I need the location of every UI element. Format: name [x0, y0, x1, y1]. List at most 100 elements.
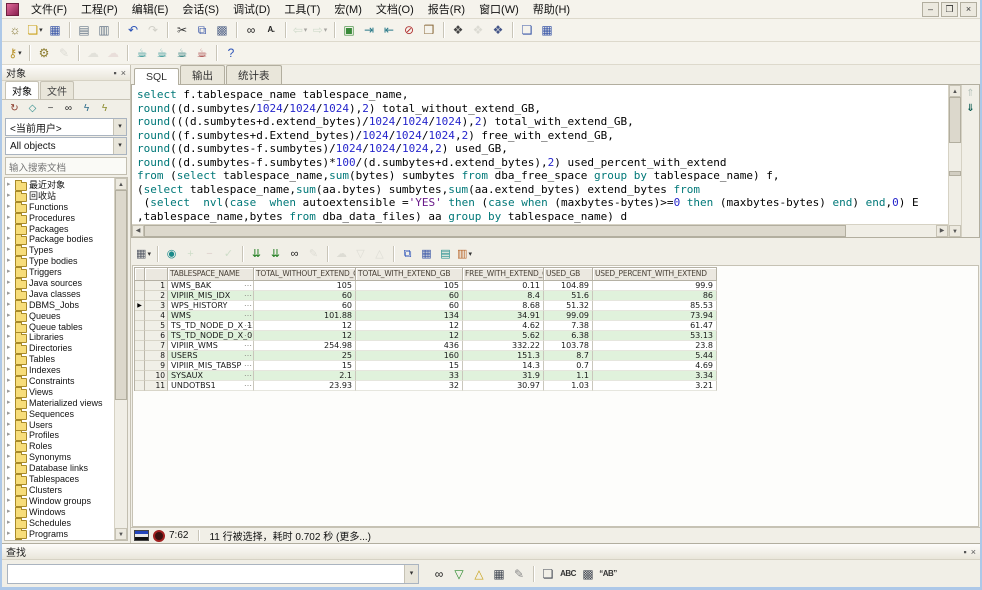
- value-cell[interactable]: 104.89: [544, 281, 593, 291]
- value-cell[interactable]: 5.44: [593, 351, 717, 361]
- table-row[interactable]: 5TS_TD_NODE_D_X_12…12124.627.3861.47: [135, 321, 717, 331]
- refresh-icon[interactable]: ↻: [7, 102, 22, 116]
- table-row[interactable]: 10SYSAUX…2.13331.91.13.34: [135, 371, 717, 381]
- value-cell[interactable]: 8.7: [544, 351, 593, 361]
- value-cell[interactable]: 4.62: [463, 321, 544, 331]
- grid-mode-icon[interactable]: ▦▾: [135, 246, 152, 263]
- menu-item-6[interactable]: 宏(M): [327, 0, 369, 18]
- menu-item-2[interactable]: 编辑(E): [125, 0, 176, 18]
- print-preview-icon[interactable]: ▥: [95, 21, 113, 39]
- expand-icon[interactable]: ▸: [7, 507, 13, 518]
- value-cell[interactable]: 436: [356, 341, 463, 351]
- value-cell[interactable]: 1.03: [544, 381, 593, 391]
- copy-icon[interactable]: ⧉: [193, 21, 211, 39]
- value-cell[interactable]: 33: [356, 371, 463, 381]
- expand-icon[interactable]: ▸: [7, 496, 13, 507]
- tablespace-name-cell[interactable]: SYSAUX…: [168, 371, 254, 381]
- tree-item-profiles[interactable]: ▸Profiles: [7, 430, 114, 441]
- mark-all-icon[interactable]: ▦: [490, 565, 508, 583]
- find-icon[interactable]: ∞: [430, 565, 448, 583]
- help-icon[interactable]: ?: [222, 44, 240, 62]
- expand-icon[interactable]: ▸: [7, 202, 13, 213]
- value-cell[interactable]: 0.11: [463, 281, 544, 291]
- value-cell[interactable]: 134: [356, 311, 463, 321]
- object-filter-select[interactable]: All objects ▾: [5, 137, 127, 155]
- editor-tab-0[interactable]: SQL: [134, 68, 179, 85]
- export-special-icon[interactable]: ▥▾: [456, 246, 473, 263]
- commit-lamp-icon[interactable]: ☕: [173, 44, 191, 62]
- user-filter-select[interactable]: <当前用户> ▾: [5, 118, 127, 136]
- tablespace-name-cell[interactable]: WMS_BAK…: [168, 281, 254, 291]
- value-cell[interactable]: 30.97: [463, 381, 544, 391]
- table-row[interactable]: ▶3WPS_HISTORY…60608.6851.3285.53: [135, 301, 717, 311]
- expand-icon[interactable]: ▸: [7, 332, 13, 343]
- table-row[interactable]: 2VIPIIR_MIS_IDX…60608.451.686: [135, 291, 717, 301]
- whole-word-icon[interactable]: “AB”: [599, 565, 617, 583]
- value-cell[interactable]: 60: [254, 301, 356, 311]
- expand-icon[interactable]: ▸: [7, 180, 13, 191]
- tree-item-constraints[interactable]: ▸Constraints: [7, 376, 114, 387]
- value-cell[interactable]: 32: [356, 381, 463, 391]
- clear-marks-icon[interactable]: ✎: [510, 565, 528, 583]
- menu-item-0[interactable]: 文件(F): [24, 0, 74, 18]
- menu-item-8[interactable]: 报告(R): [421, 0, 472, 18]
- sidebar-tab-0[interactable]: 对象: [5, 81, 39, 99]
- value-cell[interactable]: 60: [356, 301, 463, 311]
- value-cell[interactable]: 15: [356, 361, 463, 371]
- execute-lamp-icon[interactable]: ☕: [133, 44, 151, 62]
- tree-item-programs[interactable]: ▸Programs: [7, 529, 114, 540]
- close-icon[interactable]: ×: [971, 547, 976, 557]
- table-row[interactable]: 11UNDOTBS1…23.933230.971.033.21: [135, 381, 717, 391]
- scroll-up-icon[interactable]: ▲: [115, 178, 127, 190]
- tree-item-window-groups[interactable]: ▸Window groups: [7, 496, 114, 507]
- value-cell[interactable]: 105: [254, 281, 356, 291]
- expand-icon[interactable]: ▸: [7, 224, 13, 235]
- value-cell[interactable]: 3.21: [593, 381, 717, 391]
- column-header-used-percent-with-extend[interactable]: USED_PERCENT_WITH_EXTEND: [593, 268, 717, 281]
- expand-icon[interactable]: ▸: [7, 485, 13, 496]
- value-cell[interactable]: 23.93: [254, 381, 356, 391]
- scrollbar-thumb[interactable]: [144, 225, 846, 237]
- table-row[interactable]: 8USERS…25160151.38.75.44: [135, 351, 717, 361]
- menu-item-4[interactable]: 调试(D): [226, 0, 277, 18]
- tree-item-functions[interactable]: ▸Functions: [7, 202, 114, 213]
- pin-icon[interactable]: ▪: [964, 547, 967, 557]
- tree-item-types[interactable]: ▸Types: [7, 245, 114, 256]
- value-cell[interactable]: 6.38: [544, 331, 593, 341]
- expand-icon[interactable]: ▸: [7, 322, 13, 333]
- value-cell[interactable]: 34.91: [463, 311, 544, 321]
- expand-icon[interactable]: ▸: [7, 387, 13, 398]
- tree-item-package-bodies[interactable]: ▸Package bodies: [7, 234, 114, 245]
- restore-button[interactable]: ❐: [941, 2, 958, 17]
- value-cell[interactable]: 151.3: [463, 351, 544, 361]
- value-cell[interactable]: 5.62: [463, 331, 544, 341]
- value-cell[interactable]: 1.1: [544, 371, 593, 381]
- tree-item-views[interactable]: ▸Views: [7, 387, 114, 398]
- column-header-tablespace-name[interactable]: TABLESPACE_NAME: [168, 268, 254, 281]
- tree-item-windows[interactable]: ▸Windows: [7, 507, 114, 518]
- open-icon[interactable]: ❏▾: [26, 21, 44, 39]
- value-cell[interactable]: 105: [356, 281, 463, 291]
- next-statement-icon[interactable]: ⇓: [966, 103, 974, 114]
- expand-icon[interactable]: ▸: [7, 452, 13, 463]
- expand-icon[interactable]: ▸: [7, 213, 13, 224]
- scroll-down-icon[interactable]: ▼: [949, 225, 961, 237]
- tree-item-tables[interactable]: ▸Tables: [7, 354, 114, 365]
- value-cell[interactable]: 4.69: [593, 361, 717, 371]
- menu-item-1[interactable]: 工程(P): [74, 0, 125, 18]
- expand-icon[interactable]: ▸: [7, 278, 13, 289]
- tree-scrollbar[interactable]: ▲ ▼: [114, 178, 127, 540]
- tree-item-queue-tables[interactable]: ▸Queue tables: [7, 322, 114, 333]
- fetch-all-icon[interactable]: ⇊: [267, 246, 284, 263]
- column-header-total-without-extend-gb[interactable]: TOTAL_WITHOUT_EXTEND_GB: [254, 268, 356, 281]
- tree-item-schedules[interactable]: ▸Schedules: [7, 518, 114, 529]
- table-row[interactable]: 1WMS_BAK…1051050.11104.8999.9: [135, 281, 717, 291]
- case-sensitive-icon[interactable]: ▩: [579, 565, 597, 583]
- table-window-icon[interactable]: ▦: [538, 21, 556, 39]
- save-grid-icon[interactable]: ▦: [418, 246, 435, 263]
- expand-icon[interactable]: ▸: [7, 365, 13, 376]
- menu-item-7[interactable]: 文档(O): [369, 0, 421, 18]
- expand-icon[interactable]: ▸: [7, 441, 13, 452]
- value-cell[interactable]: 85.53: [593, 301, 717, 311]
- value-cell[interactable]: 3.34: [593, 371, 717, 381]
